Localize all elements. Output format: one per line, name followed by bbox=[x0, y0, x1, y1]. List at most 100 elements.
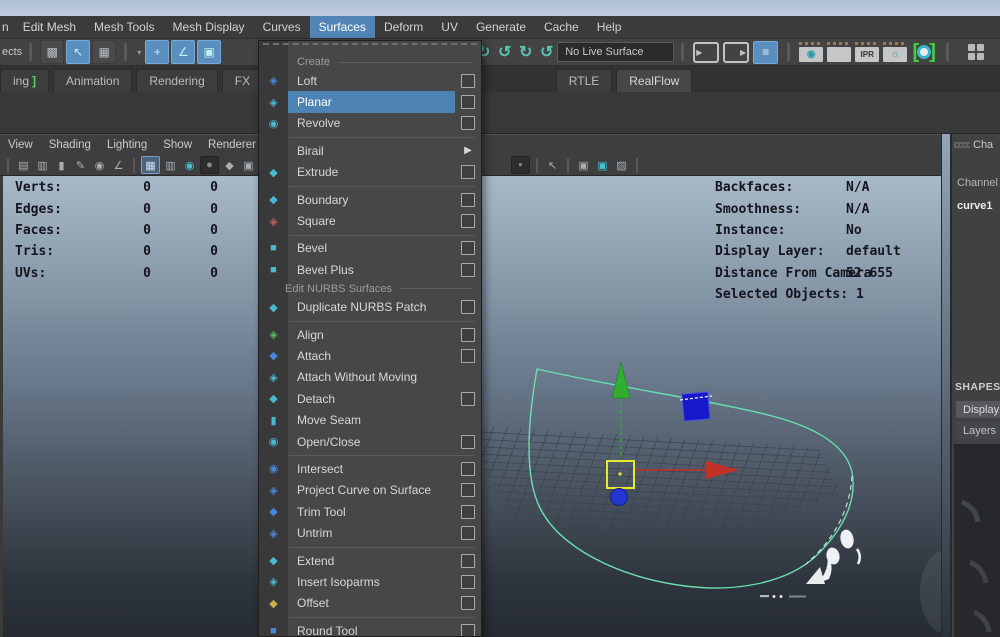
curve-snap-icon-4[interactable]: ↻ bbox=[515, 41, 536, 63]
option-box-checkbox[interactable] bbox=[461, 462, 475, 476]
shelf-tab-realflow[interactable]: RealFlow bbox=[616, 69, 692, 92]
menu-edit-mesh[interactable]: Edit Mesh bbox=[14, 16, 85, 38]
option-box-checkbox[interactable] bbox=[461, 575, 475, 589]
panel-layout-icon[interactable] bbox=[968, 44, 984, 60]
option-box[interactable] bbox=[455, 505, 481, 519]
panel-menu-lighting[interactable]: Lighting bbox=[99, 136, 155, 154]
option-box[interactable] bbox=[455, 435, 481, 449]
snap-grid-icon[interactable]: + bbox=[145, 40, 169, 64]
option-box[interactable] bbox=[455, 300, 481, 314]
menu-item-revolve[interactable]: ◉Revolve bbox=[259, 113, 481, 134]
panel-menu-shading[interactable]: Shading bbox=[41, 136, 99, 154]
menu-partial[interactable]: n bbox=[0, 16, 14, 38]
ipr-render-icon[interactable]: IPR bbox=[855, 47, 879, 62]
menu-item-loft[interactable]: ◈Loft bbox=[259, 70, 481, 91]
option-box[interactable] bbox=[455, 575, 481, 589]
option-box[interactable] bbox=[455, 554, 481, 568]
menu-generate[interactable]: Generate bbox=[467, 16, 535, 38]
bookmark-icon[interactable]: ▮ bbox=[53, 157, 70, 173]
shelf-tab-rtle[interactable]: RTLE bbox=[556, 69, 612, 92]
light-icon[interactable]: ▣ bbox=[240, 157, 257, 173]
option-box-checkbox[interactable] bbox=[461, 165, 475, 179]
curve-snap-icon-5[interactable]: ↺ bbox=[536, 41, 557, 63]
option-box-checkbox[interactable] bbox=[461, 328, 475, 342]
shelf-content-area[interactable] bbox=[0, 92, 1000, 134]
option-box[interactable] bbox=[455, 214, 481, 228]
menu-uv[interactable]: UV bbox=[432, 16, 467, 38]
menu-item-square[interactable]: ◈Square bbox=[259, 210, 481, 231]
render-view-icon[interactable]: ◉ bbox=[799, 47, 823, 62]
panel-menu-view[interactable]: View bbox=[0, 136, 41, 154]
grid-toggle-icon[interactable]: ▦ bbox=[141, 156, 160, 174]
option-box-checkbox[interactable] bbox=[461, 392, 475, 406]
shelf-tab-animation[interactable]: Animation bbox=[53, 69, 132, 92]
menu-item-move-seam[interactable]: ▮Move Seam bbox=[259, 409, 481, 430]
option-box[interactable] bbox=[455, 483, 481, 497]
expand-icon[interactable]: ◆ bbox=[221, 157, 238, 173]
menu-item-untrim[interactable]: ◈Untrim bbox=[259, 522, 481, 543]
pencil-icon[interactable]: ✎ bbox=[72, 157, 89, 173]
menu-item-attach-without-moving[interactable]: ◈Attach Without Moving bbox=[259, 367, 481, 388]
film-camera-icon[interactable]: ▥ bbox=[34, 157, 51, 173]
option-box[interactable] bbox=[455, 462, 481, 476]
option-box-checkbox[interactable] bbox=[461, 300, 475, 314]
menu-item-boundary[interactable]: ◆Boundary bbox=[259, 189, 481, 210]
camera-icon[interactable]: ▤ bbox=[15, 157, 32, 173]
menu-mesh-tools[interactable]: Mesh Tools bbox=[85, 16, 163, 38]
option-box[interactable] bbox=[455, 392, 481, 406]
option-box-checkbox[interactable] bbox=[461, 526, 475, 540]
select-hierarchy-icon[interactable]: ▩ bbox=[40, 40, 64, 64]
menu-surfaces[interactable]: Surfaces bbox=[310, 16, 375, 38]
menu-item-bevel[interactable]: ■Bevel bbox=[259, 238, 481, 259]
render-frame-icon[interactable] bbox=[827, 47, 851, 62]
joint-icon[interactable]: ◉ bbox=[91, 157, 108, 173]
option-box-checkbox[interactable] bbox=[461, 241, 475, 255]
option-box-checkbox[interactable] bbox=[461, 624, 475, 637]
select-cursor-icon[interactable]: ↖ bbox=[544, 157, 561, 173]
option-box[interactable] bbox=[455, 116, 481, 130]
option-box[interactable] bbox=[455, 328, 481, 342]
menu-tearoff-handle[interactable] bbox=[263, 43, 477, 54]
menu-item-birail[interactable]: Birail▶ bbox=[259, 140, 481, 161]
panel-menu-show[interactable]: Show bbox=[155, 136, 200, 154]
menu-item-planar[interactable]: ◈Planar bbox=[259, 91, 481, 112]
menu-mesh-display[interactable]: Mesh Display bbox=[164, 16, 254, 38]
shaded-sphere-icon[interactable]: ◉ bbox=[181, 157, 198, 173]
option-box[interactable] bbox=[455, 596, 481, 610]
tab-display[interactable]: Display bbox=[956, 401, 1000, 418]
menu-item-duplicate-nurbs-patch[interactable]: ◆Duplicate NURBS Patch bbox=[259, 297, 481, 318]
plugin-icon[interactable]: ▪ bbox=[511, 156, 530, 174]
menu-item-intersect[interactable]: ◉Intersect bbox=[259, 458, 481, 479]
panel-menu-renderer[interactable]: Renderer bbox=[200, 136, 264, 154]
menu-deform[interactable]: Deform bbox=[375, 16, 432, 38]
menu-item-bevel-plus[interactable]: ■Bevel Plus bbox=[259, 259, 481, 280]
menu-item-extend[interactable]: ◆Extend bbox=[259, 550, 481, 571]
image-plane-icon[interactable]: ▨ bbox=[613, 157, 630, 173]
option-box[interactable] bbox=[455, 193, 481, 207]
option-box[interactable] bbox=[455, 241, 481, 255]
option-box-checkbox[interactable] bbox=[461, 435, 475, 449]
chevron-down-icon[interactable]: ▾ bbox=[137, 48, 141, 57]
menu-curves[interactable]: Curves bbox=[254, 16, 310, 38]
shelf-tab-rendering[interactable]: Rendering bbox=[136, 69, 217, 92]
option-box-checkbox[interactable] bbox=[461, 95, 475, 109]
isolate-selected-icon[interactable]: ▣ bbox=[594, 157, 611, 173]
menu-cache[interactable]: Cache bbox=[535, 16, 588, 38]
isolate-icon[interactable]: ▣ bbox=[575, 157, 592, 173]
film-gate-icon[interactable]: ▥ bbox=[162, 157, 179, 173]
option-box-checkbox[interactable] bbox=[461, 596, 475, 610]
shelf-tab-fx[interactable]: FX bbox=[222, 69, 263, 92]
snap-point-icon[interactable]: ▣ bbox=[197, 40, 221, 64]
option-box-checkbox[interactable] bbox=[461, 263, 475, 277]
snap-curve-icon[interactable]: ∠ bbox=[171, 40, 195, 64]
option-box-checkbox[interactable] bbox=[461, 505, 475, 519]
curve-snap-icon-3[interactable]: ↺ bbox=[494, 41, 515, 63]
option-box[interactable] bbox=[455, 165, 481, 179]
render-target-icon[interactable] bbox=[911, 41, 937, 63]
option-box[interactable] bbox=[455, 624, 481, 637]
option-box-checkbox[interactable] bbox=[461, 554, 475, 568]
option-box[interactable] bbox=[455, 349, 481, 363]
channels-menu[interactable]: Cha bbox=[973, 139, 993, 151]
layer-editor-area[interactable] bbox=[954, 444, 1000, 637]
menu-item-attach[interactable]: ◆Attach bbox=[259, 345, 481, 366]
